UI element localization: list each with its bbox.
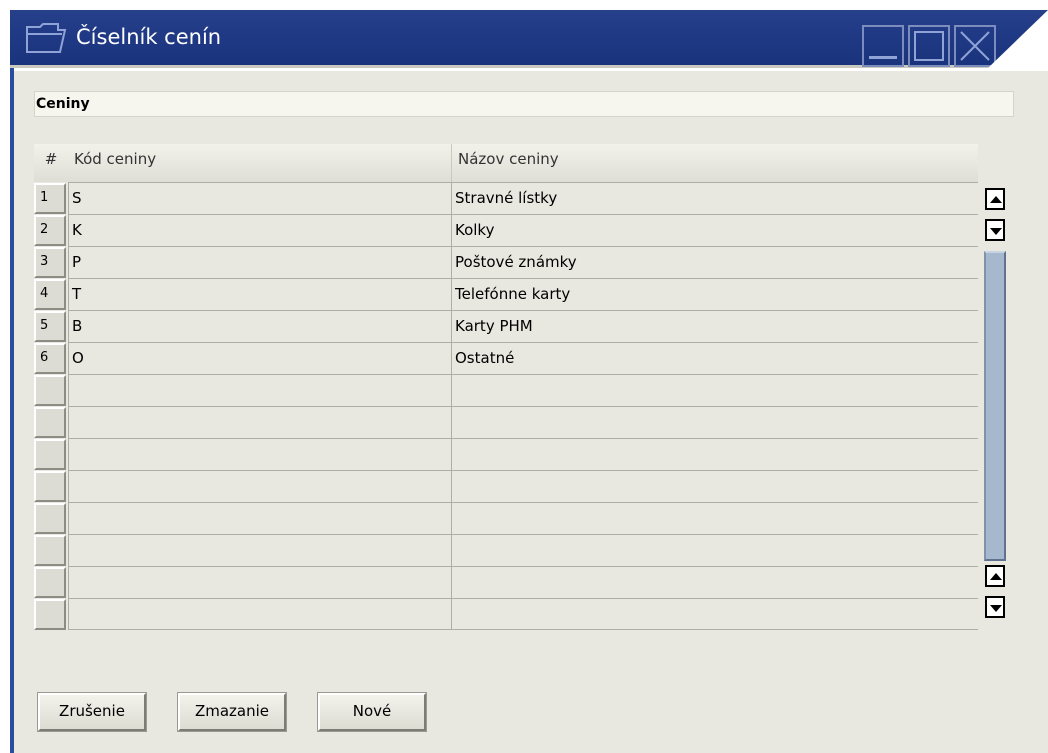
arrow-down-icon [990, 605, 1002, 612]
name-cell[interactable] [451, 534, 978, 566]
title-bar[interactable]: Číselník cenín [10, 10, 1048, 68]
code-cell[interactable] [68, 438, 451, 470]
code-cell[interactable] [68, 534, 451, 566]
title-bar-slant [988, 10, 1048, 68]
code-cell[interactable] [68, 566, 451, 598]
row-number-cell[interactable]: 2 [34, 215, 66, 246]
section-title: Ceniny [34, 91, 1014, 117]
table-row[interactable] [34, 566, 978, 598]
code-cell[interactable]: S [68, 182, 451, 214]
row-number-cell[interactable]: 4 [34, 279, 66, 310]
form-icon [24, 22, 68, 56]
name-cell[interactable]: Kolky [451, 214, 978, 246]
row-number-cell[interactable] [34, 407, 66, 438]
table-row[interactable] [34, 374, 978, 406]
table-row[interactable]: 3 P Poštové známky [34, 246, 978, 278]
row-number-cell[interactable] [34, 439, 66, 470]
row-number-cell[interactable]: 3 [34, 247, 66, 278]
column-header-code[interactable]: Kód ceniny [68, 144, 451, 182]
row-number-cell[interactable] [34, 375, 66, 406]
code-cell[interactable] [68, 374, 451, 406]
arrow-up-icon [990, 573, 1002, 580]
code-cell[interactable]: T [68, 278, 451, 310]
row-number-cell[interactable] [34, 471, 66, 502]
window-client-area: Ceniny # Kód ceniny Názov ceniny 1 S Strav… [14, 71, 1048, 753]
row-number-cell[interactable] [34, 567, 66, 598]
name-cell[interactable]: Karty PHM [451, 310, 978, 342]
name-cell[interactable]: Poštové známky [451, 246, 978, 278]
code-cell[interactable] [68, 406, 451, 438]
code-cell[interactable]: O [68, 342, 451, 374]
scroll-up-button[interactable] [985, 188, 1005, 210]
row-number-cell[interactable] [34, 599, 66, 630]
scroll-down-button[interactable] [985, 219, 1005, 241]
name-cell[interactable] [451, 470, 978, 502]
name-cell[interactable]: Ostatné [451, 342, 978, 374]
name-cell[interactable] [451, 374, 978, 406]
minimize-button[interactable] [862, 25, 904, 67]
name-cell[interactable]: Telefónne karty [451, 278, 978, 310]
name-cell[interactable]: Stravné lístky [451, 182, 978, 214]
name-cell[interactable] [451, 502, 978, 534]
scroll-up-button-bottom[interactable] [985, 565, 1005, 587]
row-number-cell[interactable]: 6 [34, 343, 66, 374]
table-row[interactable]: 5 B Karty PHM [34, 310, 978, 342]
maximize-icon [914, 31, 944, 61]
delete-button[interactable]: Zmazanie [177, 692, 287, 732]
table-row[interactable] [34, 598, 978, 630]
cancel-button[interactable]: Zrušenie [37, 692, 147, 732]
window-title: Číselník cenín [76, 25, 222, 49]
row-number-cell[interactable]: 1 [34, 183, 66, 214]
code-cell[interactable] [68, 502, 451, 534]
scroll-down-button-bottom[interactable] [985, 596, 1005, 618]
name-cell[interactable] [451, 406, 978, 438]
code-cell[interactable]: B [68, 310, 451, 342]
column-header-number[interactable]: # [34, 144, 68, 182]
table-row[interactable] [34, 438, 978, 470]
table-row[interactable] [34, 406, 978, 438]
name-cell[interactable] [451, 438, 978, 470]
close-button[interactable] [954, 25, 996, 67]
code-cell[interactable] [68, 598, 451, 630]
table-row[interactable] [34, 502, 978, 534]
close-icon [960, 31, 990, 61]
table-row[interactable]: 1 S Stravné lístky [34, 182, 978, 214]
arrow-up-icon [990, 196, 1002, 203]
table-row[interactable] [34, 470, 978, 502]
code-cell[interactable]: P [68, 246, 451, 278]
arrow-down-icon [990, 228, 1002, 235]
code-cell[interactable] [68, 470, 451, 502]
maximize-button[interactable] [908, 25, 950, 67]
table-row[interactable]: 6 O Ostatné [34, 342, 978, 374]
row-number-cell[interactable]: 5 [34, 311, 66, 342]
table-row[interactable] [34, 534, 978, 566]
code-cell[interactable]: K [68, 214, 451, 246]
table-row[interactable]: 4 T Telefónne karty [34, 278, 978, 310]
new-button[interactable]: Nové [317, 692, 427, 732]
name-cell[interactable] [451, 566, 978, 598]
column-header-name[interactable]: Názov ceniny [451, 144, 978, 182]
scroll-thumb[interactable] [984, 251, 1006, 561]
name-cell[interactable] [451, 598, 978, 630]
row-number-cell[interactable] [34, 535, 66, 566]
table-row[interactable]: 2 K Kolky [34, 214, 978, 246]
minimize-icon [869, 56, 897, 59]
row-number-cell[interactable] [34, 503, 66, 534]
